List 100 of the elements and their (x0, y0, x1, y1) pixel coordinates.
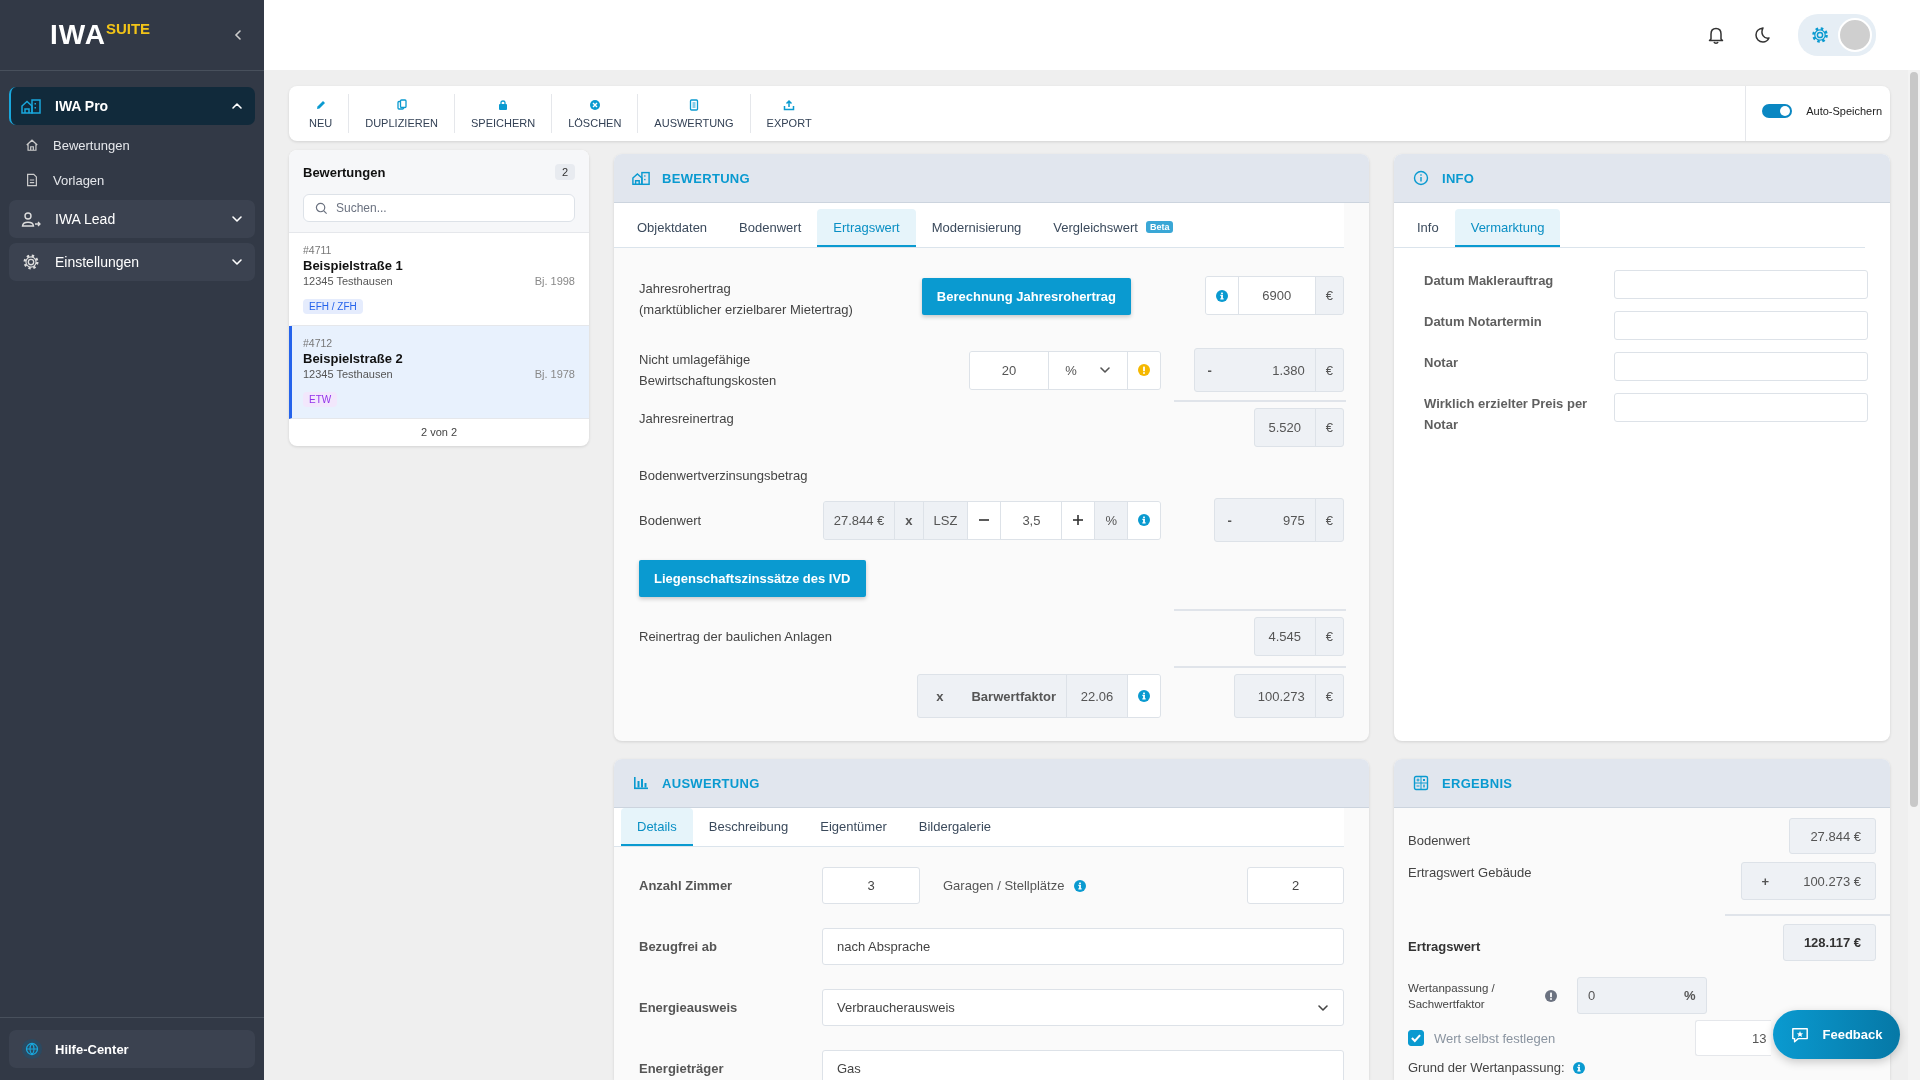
tab[interactable]: Beschreibung (692, 808, 805, 846)
text-field[interactable] (1614, 352, 1868, 381)
text-field[interactable] (1614, 270, 1868, 299)
nav-item[interactable]: Vorlagen (9, 165, 255, 195)
item-number: #4711 (303, 244, 332, 256)
item-number: #4712 (303, 337, 333, 349)
adjustment-field[interactable]: 0 % (1577, 977, 1707, 1014)
count-badge: 2 (554, 164, 575, 180)
auto-save-toggle[interactable] (1762, 103, 1793, 118)
feedback-button[interactable]: Feedback (1773, 1010, 1900, 1059)
person-arrow-icon (21, 210, 41, 228)
building-icon (632, 170, 650, 186)
cost-rate-field[interactable]: 20 % (969, 350, 1161, 390)
tab[interactable]: Info (1401, 209, 1455, 247)
panel-title: ERGEBNIS (1442, 775, 1513, 791)
field-label: Datum Notartermin (1424, 313, 1543, 331)
field-label: Wertanpassung / Sachwertfaktor (1408, 980, 1496, 1012)
settings-icon (1810, 25, 1830, 45)
item-year: Bj. 1978 (534, 368, 575, 380)
field-label: Energieausweis (639, 1000, 739, 1015)
search-field[interactable]: Suchen... (303, 194, 575, 222)
amount-value: 1.380 (1271, 361, 1306, 380)
bell-icon[interactable] (1706, 25, 1726, 45)
nav-group[interactable]: Einstellungen (9, 243, 255, 281)
tab[interactable]: Vergleichswert Beta (1037, 209, 1190, 247)
field-label: Notar (1424, 354, 1459, 372)
garages-field[interactable]: 2 (1247, 867, 1344, 904)
field-label: Anzahl Zimmer (639, 878, 734, 893)
panel-title: BEWERTUNG (662, 170, 750, 186)
calculator-icon (1412, 775, 1430, 791)
search-icon (315, 202, 328, 215)
toolbar-button[interactable]: LÖSCHEN (552, 94, 639, 133)
document-icon (25, 173, 39, 187)
text-field[interactable] (1614, 311, 1868, 340)
toolbar-button[interactable]: AUSWERTUNG (638, 94, 751, 133)
text-field[interactable]: Gas (822, 1050, 1344, 1080)
factor-label: Barwertfaktor (970, 687, 1057, 706)
logo-suffix: SUITE (105, 20, 151, 37)
times-sign: x (935, 687, 945, 706)
unit-select[interactable]: % (1048, 351, 1127, 389)
checkbox-label: Wert selbst festlegen (1434, 1030, 1556, 1046)
nav-item[interactable]: Bewertungen (9, 130, 255, 160)
lock-icon (497, 98, 510, 111)
pencil-icon (314, 98, 327, 111)
currency-label: € (1314, 349, 1343, 391)
amount-value: 5.520 (1267, 419, 1303, 437)
nav-group[interactable]: IWA Pro (9, 87, 255, 125)
collapse-sidebar-button[interactable] (232, 29, 244, 41)
land-interest-field[interactable]: 27.844 € x LSZ 3,5 % (822, 500, 1161, 540)
tab[interactable]: Objektdaten (621, 209, 724, 247)
info-icon (1138, 690, 1150, 702)
help-center-button[interactable]: Hilfe-Center (9, 1030, 255, 1068)
toolbar-button[interactable]: EXPORT (750, 94, 828, 133)
scrollbar[interactable] (1908, 70, 1920, 1080)
present-value-factor-field[interactable]: x Barwertfaktor 22.06 (917, 674, 1161, 718)
rate-value: 20 (970, 351, 1048, 389)
amount-value: 4.545 (1267, 628, 1303, 646)
section-label: Bodenwertverzinsungsbetrag (639, 467, 809, 485)
tab[interactable]: Bodenwert (723, 209, 818, 247)
field-label: Bezugfrei ab (639, 939, 718, 954)
info-icon (1074, 879, 1087, 892)
toolbar-button[interactable]: SPEICHERN (455, 94, 553, 133)
beta-badge: Beta (1145, 221, 1174, 233)
amount-field[interactable]: 6900 € (1204, 276, 1344, 315)
list-title: Bewertungen (303, 164, 386, 180)
close-circle-icon (588, 98, 601, 111)
building-value-field: + 100.273 € (1740, 862, 1876, 900)
total-value-field: 128.117 € (1782, 924, 1876, 961)
nav-group[interactable]: IWA Lead (9, 200, 255, 238)
amount-value: 975 (1282, 511, 1306, 530)
select-field[interactable]: Verbraucherausweis (822, 989, 1344, 1026)
tab[interactable]: Bildergalerie (902, 808, 1007, 846)
list-footer: 2 von 2 (420, 426, 458, 438)
item-city: 12345 Testhausen (303, 275, 393, 287)
field-label: Bodenwert (639, 511, 703, 530)
rooms-field[interactable]: 3 (822, 867, 920, 904)
field-label: Jahresreinertrag (639, 410, 735, 428)
currency-label: € (1314, 618, 1343, 655)
settings-button[interactable] (1798, 14, 1876, 56)
adjustment-value: 0 (1587, 987, 1597, 1005)
info-icon (1412, 170, 1430, 186)
text-field[interactable] (1614, 393, 1868, 422)
currency-label: € (1314, 675, 1343, 717)
moon-icon[interactable] (1752, 25, 1772, 45)
upload-icon (783, 98, 796, 111)
percent-label: % (1683, 987, 1697, 1005)
tab[interactable]: Modernisierung (915, 209, 1038, 247)
toolbar-button[interactable]: DUPLIZIEREN (349, 94, 455, 133)
toolbar-button[interactable]: NEU (293, 94, 350, 133)
field-label: Energieträger (639, 1061, 725, 1076)
plus-icon[interactable] (1072, 514, 1085, 526)
text-field[interactable]: nach Absprache (822, 928, 1344, 965)
tab[interactable]: Eigentümer (804, 808, 903, 846)
field-label: Datum Maklerauftrag (1424, 272, 1555, 290)
valuation-list-item[interactable]: #4712 Beispielstraße 2 12345 Testhausen Bj. 1978 ETW (289, 326, 589, 419)
copy-icon (395, 98, 408, 111)
checkbox[interactable] (1408, 1030, 1424, 1046)
value-field[interactable]: 13 (1695, 1020, 1771, 1056)
chevron-icon (231, 213, 243, 225)
chevron-icon (1098, 364, 1111, 376)
